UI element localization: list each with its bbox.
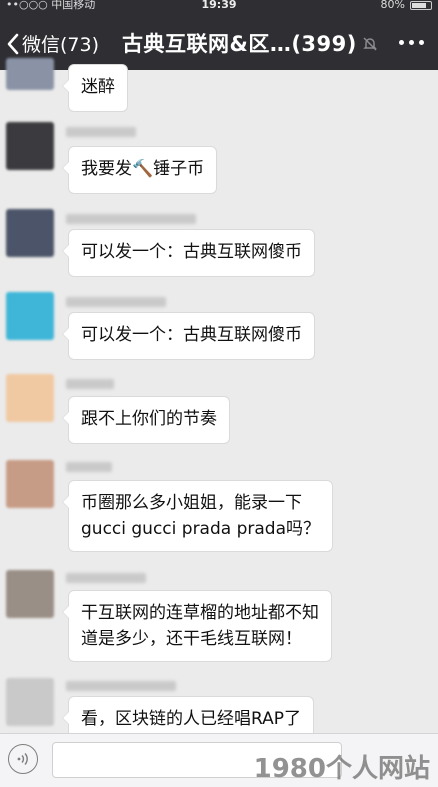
battery-percent: 80%: [380, 0, 405, 11]
avatar[interactable]: [6, 678, 54, 726]
message-bubble[interactable]: 可以发一个：古典互联网傻币: [62, 312, 315, 360]
avatar[interactable]: [6, 570, 54, 618]
sender-name: [66, 297, 166, 307]
message-bubble[interactable]: 可以发一个：古典互联网傻币: [62, 229, 315, 277]
message-text: 可以发一个：古典互联网傻币: [81, 325, 302, 345]
avatar[interactable]: [6, 58, 54, 90]
sender-name: [66, 681, 176, 691]
message-text: 干互联网的连草榴的地址都不知: [81, 603, 319, 623]
avatar[interactable]: [6, 122, 54, 170]
mute-bell-icon: [363, 37, 377, 51]
sender-name: [66, 379, 114, 389]
watermark: 1980个人网站: [253, 754, 430, 784]
avatar[interactable]: [6, 292, 54, 340]
sender-name: [66, 127, 136, 137]
battery-fill: [412, 2, 426, 8]
status-right: 80%: [381, 0, 432, 12]
avatar[interactable]: [6, 374, 54, 422]
message-text: 迷醉: [81, 77, 115, 97]
sender-name: [66, 214, 196, 224]
avatar[interactable]: [6, 460, 54, 508]
sender-name: [66, 462, 112, 472]
message-text: 道是多少，还干毛线互联网！: [81, 629, 302, 649]
back-button[interactable]: 微信(73): [6, 30, 99, 57]
battery-icon: [410, 0, 432, 10]
more-options-button[interactable]: [399, 40, 424, 45]
voice-input-button[interactable]: [8, 744, 38, 774]
chat-header: 微信(73) 古典互联网&区…(399): [0, 14, 438, 70]
message-bubble[interactable]: 币圈那么多小姐姐，能录一下 gucci gucci prada prada吗？: [62, 480, 333, 552]
clock: 19:39: [201, 0, 237, 11]
message-bubble[interactable]: 干互联网的连草榴的地址都不知 道是多少，还干毛线互联网！: [62, 590, 332, 662]
message-bubble[interactable]: 跟不上你们的节奏: [62, 396, 230, 444]
status-bar: ••○○○ 中国移动 19:39 80%: [0, 0, 438, 14]
back-label: 微信(73): [22, 34, 100, 56]
message-text: 看，区块链的人已经唱RAP了: [81, 709, 302, 729]
message-bubble[interactable]: 迷醉: [62, 64, 128, 112]
sender-name: [66, 573, 146, 583]
message-text: 跟不上你们的节奏: [81, 409, 217, 429]
dot-icon: [409, 40, 414, 45]
message-text: 币圈那么多小姐姐，能录一下: [81, 493, 302, 513]
message-text: gucci gucci prada prada吗？: [81, 519, 320, 539]
message-text: 可以发一个：古典互联网傻币: [81, 242, 302, 262]
avatar[interactable]: [6, 209, 54, 257]
message-text: 我要发🔨锤子币: [81, 159, 205, 179]
chat-title[interactable]: 古典互联网&区…(399): [122, 28, 357, 58]
chevron-left-icon: [7, 33, 19, 54]
dot-icon: [399, 40, 404, 45]
voice-icon: [17, 753, 28, 765]
dot-icon: [419, 40, 424, 45]
message-bubble[interactable]: 我要发🔨锤子币: [61, 146, 218, 194]
